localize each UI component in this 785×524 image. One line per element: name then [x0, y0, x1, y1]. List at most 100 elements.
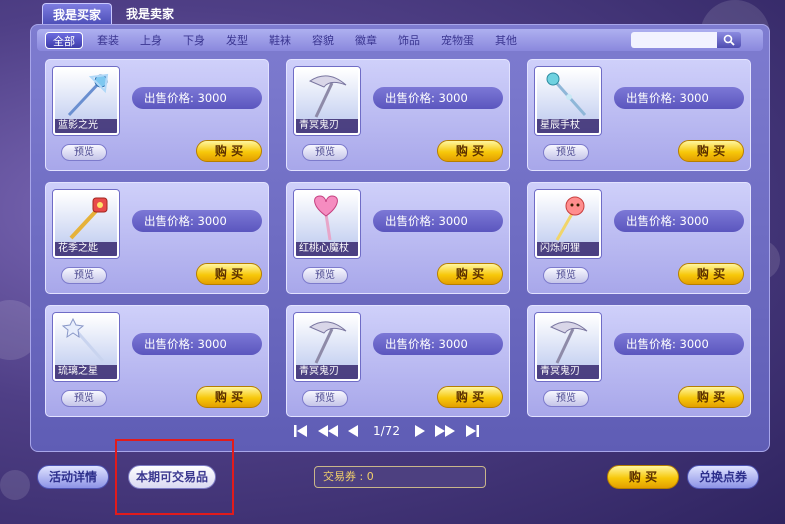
- next-fast-button[interactable]: [434, 423, 456, 439]
- item-thumbnail[interactable]: 星辰手杖: [535, 67, 601, 135]
- prev-fast-button[interactable]: [317, 423, 339, 439]
- item-thumbnail[interactable]: 闪烁阿狸: [535, 190, 601, 258]
- item-price: 出售价格: 3000: [132, 333, 262, 355]
- activity-details-button[interactable]: 活动详情: [37, 465, 109, 489]
- item-thumbnail[interactable]: 青冥鬼刃: [294, 313, 360, 381]
- search-icon: [723, 34, 735, 46]
- right-arrow-icon: [414, 425, 425, 437]
- buy-button[interactable]: 购 买: [678, 263, 744, 285]
- item-grid: 蓝影之光 出售价格: 3000 预览 购 买 青冥鬼刃 出售价格: 3000 预…: [45, 59, 751, 417]
- preview-button[interactable]: 预览: [61, 144, 107, 161]
- item-card: 蓝影之光 出售价格: 3000 预览 购 买: [45, 59, 269, 171]
- preview-button[interactable]: 预览: [543, 144, 589, 161]
- buy-button[interactable]: 购 买: [437, 140, 503, 162]
- item-price: 出售价格: 3000: [614, 87, 744, 109]
- last-page-button[interactable]: [464, 423, 480, 439]
- search-box: [631, 32, 751, 48]
- preview-button[interactable]: 预览: [543, 390, 589, 407]
- tab-seller[interactable]: 我是卖家: [116, 3, 184, 25]
- pagination: 1/72: [293, 423, 480, 439]
- preview-button[interactable]: 预览: [543, 267, 589, 284]
- blue-wand-icon: [67, 73, 109, 117]
- exchange-points-button[interactable]: 兑换点券: [687, 465, 759, 489]
- search-button[interactable]: [717, 32, 741, 48]
- category-pet-egg[interactable]: 宠物蛋: [434, 32, 481, 49]
- buy-button[interactable]: 购 买: [196, 386, 262, 408]
- heart-wand-icon: [314, 195, 338, 241]
- item-card: 闪烁阿狸 出售价格: 3000 预览 购 买: [527, 182, 751, 294]
- item-name: 花季之匙: [55, 242, 117, 256]
- main-tabs: 我是买家 我是卖家: [42, 3, 184, 25]
- preview-button[interactable]: 预览: [302, 144, 348, 161]
- item-card: 青冥鬼刃 出售价格: 3000 预览 购 买: [286, 59, 510, 171]
- scythe-icon: [308, 321, 347, 364]
- item-card: 青冥鬼刃 出售价格: 3000 预览 购 买: [286, 305, 510, 417]
- buy-button[interactable]: 购 买: [678, 140, 744, 162]
- item-price: 出售价格: 3000: [614, 333, 744, 355]
- item-price: 出售价格: 3000: [373, 333, 503, 355]
- item-card: 星辰手杖 出售价格: 3000 预览 购 买: [527, 59, 751, 171]
- item-name: 闪烁阿狸: [537, 242, 599, 256]
- item-name: 青冥鬼刃: [296, 365, 358, 379]
- item-thumbnail[interactable]: 花季之匙: [53, 190, 119, 258]
- buy-button[interactable]: 购 买: [678, 386, 744, 408]
- category-face[interactable]: 容貌: [305, 32, 341, 49]
- item-thumbnail[interactable]: 红桃心魔杖: [294, 190, 360, 258]
- category-top[interactable]: 上身: [133, 32, 169, 49]
- item-price: 出售价格: 3000: [373, 210, 503, 232]
- item-price: 出售价格: 3000: [132, 210, 262, 232]
- search-input[interactable]: [631, 32, 717, 48]
- buy-button[interactable]: 购 买: [437, 263, 503, 285]
- first-page-icon: [294, 425, 307, 437]
- page-indicator: 1/72: [373, 424, 400, 438]
- preview-button[interactable]: 预览: [61, 390, 107, 407]
- category-shoes[interactable]: 鞋袜: [262, 32, 298, 49]
- item-card: 花季之匙 出售价格: 3000 预览 购 买: [45, 182, 269, 294]
- preview-button[interactable]: 预览: [302, 267, 348, 284]
- bg-bubble: [0, 470, 30, 500]
- preview-button[interactable]: 预览: [302, 390, 348, 407]
- item-thumbnail[interactable]: 琉璃之星: [53, 313, 119, 381]
- preview-button[interactable]: 预览: [61, 267, 107, 284]
- item-name: 青冥鬼刃: [537, 365, 599, 379]
- scythe-icon: [549, 321, 588, 364]
- category-bar: 全部 套装 上身 下身 发型 鞋袜 容貌 徽章 饰品 宠物蛋 其他: [37, 29, 763, 51]
- glass-star-wand-icon: [61, 317, 105, 362]
- item-price: 出售价格: 3000: [614, 210, 744, 232]
- double-left-icon: [318, 425, 338, 437]
- left-arrow-icon: [348, 425, 358, 437]
- footer-buy-button[interactable]: 购 买: [607, 465, 679, 489]
- last-page-icon: [465, 425, 479, 437]
- next-page-button[interactable]: [414, 423, 426, 439]
- item-card: 青冥鬼刃 出售价格: 3000 预览 购 买: [527, 305, 751, 417]
- category-hair[interactable]: 发型: [219, 32, 255, 49]
- item-name: 星辰手杖: [537, 119, 599, 133]
- fox-wand-icon: [555, 196, 585, 241]
- item-card: 琉璃之星 出售价格: 3000 预览 购 买: [45, 305, 269, 417]
- star-staff-icon: [546, 72, 587, 116]
- item-price: 出售价格: 3000: [132, 87, 262, 109]
- category-badge[interactable]: 徽章: [348, 32, 384, 49]
- highlight-box: [115, 439, 234, 515]
- item-thumbnail[interactable]: 蓝影之光: [53, 67, 119, 135]
- category-suit[interactable]: 套装: [90, 32, 126, 49]
- category-bottom[interactable]: 下身: [176, 32, 212, 49]
- market-panel: 全部 套装 上身 下身 发型 鞋袜 容貌 徽章 饰品 宠物蛋 其他 蓝影之光 出…: [30, 24, 770, 452]
- category-accessory[interactable]: 饰品: [391, 32, 427, 49]
- first-page-button[interactable]: [293, 423, 309, 439]
- category-other[interactable]: 其他: [488, 32, 524, 49]
- item-thumbnail[interactable]: 青冥鬼刃: [535, 313, 601, 381]
- item-name: 琉璃之星: [55, 365, 117, 379]
- buy-button[interactable]: 购 买: [196, 263, 262, 285]
- category-all[interactable]: 全部: [45, 31, 83, 49]
- buy-button[interactable]: 购 买: [196, 140, 262, 162]
- item-name: 红桃心魔杖: [296, 242, 358, 256]
- buy-button[interactable]: 购 买: [437, 386, 503, 408]
- prev-page-button[interactable]: [347, 423, 359, 439]
- golden-key-icon: [69, 197, 108, 240]
- tab-buyer[interactable]: 我是买家: [42, 3, 113, 25]
- voucher-balance: 交易券 : 0: [314, 466, 486, 488]
- item-thumbnail[interactable]: 青冥鬼刃: [294, 67, 360, 135]
- double-right-icon: [434, 425, 455, 437]
- item-price: 出售价格: 3000: [373, 87, 503, 109]
